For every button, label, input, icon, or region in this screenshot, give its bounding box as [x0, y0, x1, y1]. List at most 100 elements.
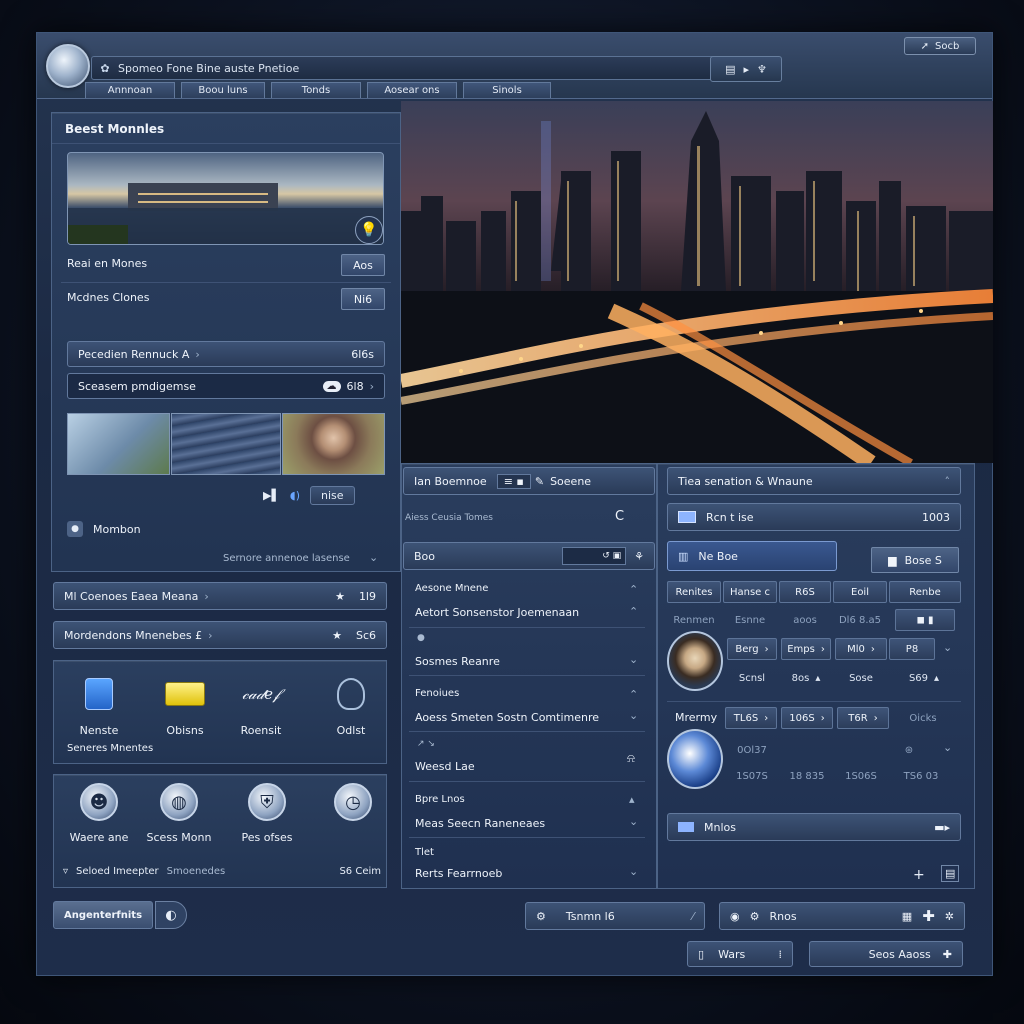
- selected-item[interactable]: ▥ Ne Boe: [667, 541, 837, 571]
- list-item[interactable]: Mordendons Mnenebes £ › ★ Sc6: [53, 621, 387, 649]
- tile-label: Waere ane: [69, 831, 129, 844]
- table-cell[interactable]: Ml0 ›: [835, 638, 887, 660]
- middle-header-right[interactable]: Soeene: [550, 475, 591, 488]
- tile-mask[interactable]: ☻ Waere ane: [59, 783, 139, 844]
- footer-right-button[interactable]: Seos Aaoss ✚: [809, 941, 963, 967]
- arrow-icon: ↗ ↘: [417, 739, 435, 749]
- address-bar[interactable]: ✿ Spomeo Fone Bine auste Pnetioe ⌄: [91, 56, 741, 80]
- table-cell: 1S06S: [845, 770, 877, 782]
- window-icon: [678, 511, 696, 523]
- chevron-up-icon[interactable]: ⌃: [629, 583, 638, 596]
- chevron-up-icon[interactable]: ▴: [629, 793, 635, 806]
- section-item[interactable]: Rerts Fearrnoeb: [415, 867, 502, 880]
- chevron-down-icon[interactable]: ⌄: [629, 815, 638, 828]
- mention-label[interactable]: Mombon: [93, 523, 141, 536]
- chevron-down-icon[interactable]: ⌄: [943, 741, 952, 754]
- right-footer-row[interactable]: Mnlos ▬▸: [667, 813, 961, 841]
- plus-icon[interactable]: +: [913, 867, 925, 883]
- list-item[interactable]: Ml Coenoes Eaea Meana › ★ 1l9: [53, 582, 387, 610]
- nav-forward-button[interactable]: ▤ ▸ ♆: [710, 56, 782, 82]
- speaker-icon[interactable]: ◖): [290, 489, 300, 502]
- table-cell[interactable]: Emps ›: [781, 638, 831, 660]
- chevron-right-icon: ›: [204, 589, 209, 603]
- app-logo[interactable]: [46, 44, 90, 88]
- field-1-value: 6l6s: [351, 347, 374, 361]
- chevron-down-icon[interactable]: ⌄: [943, 641, 952, 654]
- table-header[interactable]: Renbe: [889, 581, 961, 603]
- chevron-right-icon: ›: [208, 628, 213, 642]
- table-header[interactable]: Renites: [667, 581, 721, 603]
- section-item[interactable]: Aoess Smeten Sostn Comtimenre: [415, 711, 599, 724]
- table-cell[interactable]: 106S ›: [781, 707, 833, 729]
- layers-icon[interactable]: ▤: [941, 865, 960, 882]
- thumbnail-sky[interactable]: [67, 413, 170, 475]
- row-button-2[interactable]: Ni6: [341, 288, 385, 310]
- toggle-icon[interactable]: ◼ ▮: [895, 609, 955, 631]
- bottom-left-button[interactable]: Angenterfnits: [53, 901, 153, 929]
- section-item[interactable]: Meas Seecn Raneneaes: [415, 817, 545, 830]
- tab-2[interactable]: Boou luns: [181, 82, 265, 98]
- chevron-up-icon[interactable]: ⌃: [629, 688, 638, 701]
- middle-search[interactable]: Boo ↺ ▣ ⚘: [403, 542, 655, 570]
- star-icon[interactable]: ★: [332, 629, 342, 642]
- section-item[interactable]: Aetort Sonsenstor Joemenaan: [415, 606, 579, 619]
- table-cell[interactable]: TL6S ›: [725, 707, 777, 729]
- attachment-icon[interactable]: ↺ ▣: [562, 547, 627, 565]
- chevron-up-icon[interactable]: ⌃: [629, 605, 638, 618]
- footer-left-button[interactable]: ▯ Wars ⁞: [687, 941, 793, 967]
- tile-notes[interactable]: Nenste: [59, 678, 139, 737]
- tile-signature[interactable]: 𝒸𝒶𝒹𝑒𝒻 Roensit: [221, 678, 301, 737]
- tab-1[interactable]: Annnoan: [85, 82, 175, 98]
- table-header[interactable]: Eoil: [833, 581, 887, 603]
- table-cell[interactable]: Berg ›: [727, 638, 777, 660]
- tile-clock[interactable]: ◷: [313, 783, 393, 831]
- right-header[interactable]: Tiea senation & Wnaune ˄: [667, 467, 961, 495]
- tile-map[interactable]: ◍ Scess Monn: [139, 783, 219, 844]
- table-cell[interactable]: P8: [889, 638, 935, 660]
- list-icon: ▤: [725, 62, 736, 76]
- skip-icon[interactable]: ▶▌: [263, 489, 280, 502]
- chevron-down-icon[interactable]: ›: [370, 380, 374, 393]
- tile-label: Pes ofses: [241, 831, 293, 844]
- bell-icon[interactable]: ⍾: [627, 751, 635, 766]
- tab-5[interactable]: Sinols: [463, 82, 551, 98]
- right-bottom-button[interactable]: ◉ ⚙ Rnos ▦ ✚ ✲: [719, 902, 965, 930]
- field-2[interactable]: Sceasem pmdigemse ☁ 6l8 ›: [67, 373, 385, 399]
- middle-bottom-button[interactable]: ⚙ Tsnmn l6 ⁄: [525, 902, 705, 930]
- lightbulb-icon[interactable]: 💡: [355, 216, 383, 244]
- submit-button[interactable]: ➚ Socb: [904, 37, 976, 55]
- thumbnail-water[interactable]: [171, 413, 281, 475]
- table-header[interactable]: R6S: [779, 581, 831, 603]
- power-icon[interactable]: ◐: [155, 901, 187, 929]
- export-icon[interactable]: ▬▸: [934, 821, 950, 834]
- tile-objects[interactable]: Obisns: [145, 678, 225, 737]
- window-icon: [678, 822, 694, 832]
- chevron-down-icon[interactable]: ⌄: [369, 551, 378, 564]
- star-icon[interactable]: ★: [335, 590, 345, 603]
- section-item[interactable]: Sosmes Reanre: [415, 655, 500, 668]
- row-button-1[interactable]: Aos: [341, 254, 385, 276]
- tile-shield[interactable]: ⛨ Pes ofses: [227, 783, 307, 844]
- chevron-down-icon[interactable]: ⌄: [629, 709, 638, 722]
- media-label-button[interactable]: nise: [310, 486, 355, 505]
- status-bar: ▿ Seloed Imeepter Smoenedes S6 Ceim: [63, 866, 381, 877]
- right-row-1[interactable]: Rcn t ise 1003: [667, 503, 961, 531]
- profile-logo-icon[interactable]: [667, 729, 723, 789]
- chevron-down-icon[interactable]: ⌄: [629, 865, 638, 878]
- menu-icon[interactable]: ≡ ▪: [496, 473, 531, 489]
- side-button[interactable]: ▆ Bose S: [871, 547, 959, 573]
- section-item[interactable]: Weesd Lae: [415, 760, 475, 773]
- thumbnail-portrait[interactable]: [282, 413, 385, 475]
- chart-icon: ▥: [678, 549, 689, 563]
- paint-icon[interactable]: ⚘: [634, 550, 644, 563]
- field-1[interactable]: Pecedien Rennuck A › 6l6s: [67, 341, 385, 367]
- chevron-down-icon[interactable]: ⌄: [629, 653, 638, 666]
- pen-icon[interactable]: ✎: [535, 475, 544, 488]
- refresh-icon[interactable]: C: [615, 509, 624, 524]
- table-header[interactable]: Hanse c: [723, 581, 777, 603]
- table-cell[interactable]: T6R ›: [837, 707, 889, 729]
- tab-4[interactable]: Aosear ons: [367, 82, 457, 98]
- tab-3[interactable]: Tonds: [271, 82, 361, 98]
- avatar[interactable]: [667, 631, 723, 691]
- tile-person[interactable]: Odlst: [311, 678, 391, 737]
